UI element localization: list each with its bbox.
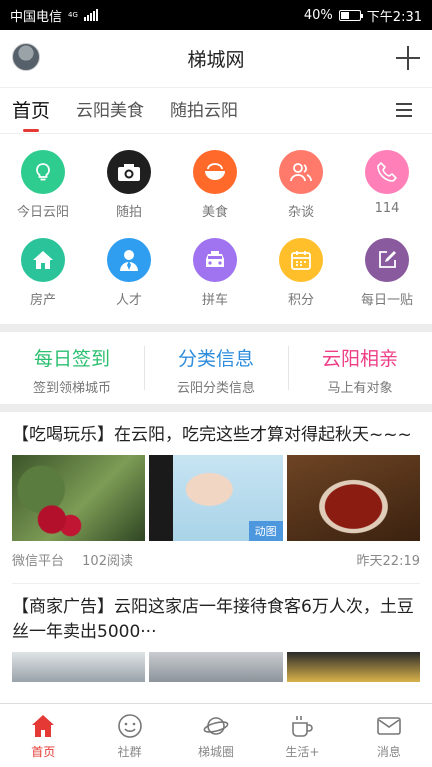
signal-icon: [83, 9, 98, 21]
nav-community[interactable]: 社群: [86, 704, 172, 767]
category-label: 房产: [29, 293, 56, 308]
smile-icon: [117, 714, 142, 738]
article-image[interactable]: 动图: [149, 455, 283, 541]
category-label: 积分: [287, 293, 314, 308]
tab-bar: 首页 云阳美食 随拍云阳: [0, 88, 432, 134]
nav-label: 生活+: [285, 745, 320, 759]
people-icon: [279, 150, 323, 194]
article-time: 昨天22:19: [356, 554, 420, 569]
category-points[interactable]: 积分: [258, 222, 344, 317]
category-grid: 今日云阳 随拍 美食 杂谈 114 房产 人才 拼车 积分 每日一贴: [0, 134, 432, 324]
article-image[interactable]: [12, 455, 146, 541]
tab-yunyang-photos[interactable]: 随拍云阳: [170, 88, 238, 134]
article-image[interactable]: [286, 455, 420, 541]
article-card[interactable]: 【吃喝玩乐】在云阳，吃完这些才算对得起秋天~~~ 动图 微信平台 102阅读 昨…: [0, 412, 432, 584]
article-card[interactable]: 【商家广告】云阳这家店一年接待食客6万人次，土豆丝一年卖出5000···: [0, 584, 432, 682]
nav-home[interactable]: 首页: [0, 704, 86, 767]
article-feed: 【吃喝玩乐】在云阳，吃完这些才算对得起秋天~~~ 动图 微信平台 102阅读 昨…: [0, 412, 432, 703]
camera-icon: [107, 150, 151, 194]
planet-icon: [203, 717, 229, 735]
article-image[interactable]: [286, 652, 420, 682]
category-label: 114: [374, 201, 400, 216]
category-label: 拼车: [201, 293, 228, 308]
category-label: 人才: [115, 293, 142, 308]
category-114[interactable]: 114: [344, 134, 430, 229]
daily-checkin-link[interactable]: 每日签到 签到领梯城币: [0, 332, 144, 404]
quick-link-title: 云阳相亲: [321, 348, 398, 370]
nav-messages[interactable]: 消息: [346, 704, 432, 767]
category-real-estate[interactable]: 房产: [0, 222, 86, 317]
category-today-yunyang[interactable]: 今日云阳: [0, 134, 86, 229]
quick-link-subtitle: 云阳分类信息: [176, 381, 255, 396]
category-label: 今日云阳: [16, 205, 69, 220]
app-header: 梯城网: [0, 30, 432, 88]
classifieds-link[interactable]: 分类信息 云阳分类信息: [144, 332, 288, 404]
avatar[interactable]: [12, 43, 40, 71]
section-divider: [0, 404, 432, 412]
nav-label: 梯城圈: [198, 745, 235, 759]
quick-link-title: 分类信息: [177, 348, 254, 370]
home-icon: [32, 715, 55, 737]
category-label: 杂谈: [287, 205, 314, 220]
calendar-icon: [279, 238, 323, 282]
category-label: 每日一贴: [360, 293, 413, 308]
carrier-label: 中国电信: [10, 9, 63, 25]
nav-label: 消息: [376, 745, 401, 759]
bottom-nav: 首页 社群 梯城圈 生活+ 消息: [0, 703, 432, 767]
article-source: 微信平台: [12, 554, 65, 569]
battery-percent: 40%: [303, 7, 333, 23]
category-talent[interactable]: 人才: [86, 222, 172, 317]
cup-icon: [292, 716, 314, 737]
category-chat[interactable]: 杂谈: [258, 134, 344, 229]
quick-link-title: 每日签到: [33, 348, 110, 370]
status-bar: 中国电信 4G 40% 下午2:31: [0, 0, 432, 30]
battery-icon: [338, 9, 363, 21]
category-label: 美食: [201, 205, 228, 220]
article-image[interactable]: [149, 652, 283, 682]
person-icon: [107, 238, 151, 282]
category-daily-post[interactable]: 每日一贴: [344, 222, 430, 317]
phone-icon: [365, 150, 409, 194]
dating-link[interactable]: 云阳相亲 马上有对象: [288, 332, 432, 404]
nav-circle[interactable]: 梯城圈: [173, 704, 259, 767]
section-divider: [0, 324, 432, 332]
quick-link-subtitle: 签到领梯城币: [32, 381, 111, 396]
category-carpool[interactable]: 拼车: [172, 222, 258, 317]
article-image[interactable]: [12, 652, 146, 682]
tab-yunyang-food[interactable]: 云阳美食: [76, 88, 144, 134]
category-snapshot[interactable]: 随拍: [86, 134, 172, 229]
gif-badge: 动图: [248, 521, 283, 541]
nav-life[interactable]: 生活+: [259, 704, 345, 767]
nav-label: 社群: [117, 745, 142, 759]
mail-icon: [377, 717, 401, 735]
tab-home[interactable]: 首页: [12, 88, 50, 134]
taxi-icon: [193, 238, 237, 282]
category-label: 随拍: [115, 205, 142, 220]
category-food[interactable]: 美食: [172, 134, 258, 229]
quick-link-subtitle: 马上有对象: [327, 381, 393, 396]
article-title[interactable]: 【商家广告】云阳这家店一年接待食客6万人次，土豆丝一年卖出5000···: [12, 584, 420, 645]
network-label: 4G: [68, 10, 78, 19]
nav-label: 首页: [31, 745, 56, 759]
quick-links: 每日签到 签到领梯城币 分类信息 云阳分类信息 云阳相亲 马上有对象: [0, 332, 432, 404]
add-icon[interactable]: [396, 46, 420, 70]
article-title[interactable]: 【吃喝玩乐】在云阳，吃完这些才算对得起秋天~~~: [12, 412, 420, 448]
menu-icon[interactable]: [396, 103, 412, 117]
clock: 下午2:31: [366, 9, 422, 25]
bulb-icon: [21, 150, 65, 194]
bowl-icon: [193, 150, 237, 194]
house-icon: [21, 238, 65, 282]
page-title: 梯城网: [187, 49, 245, 71]
article-reads: 102阅读: [82, 554, 133, 569]
edit-icon: [365, 238, 409, 282]
